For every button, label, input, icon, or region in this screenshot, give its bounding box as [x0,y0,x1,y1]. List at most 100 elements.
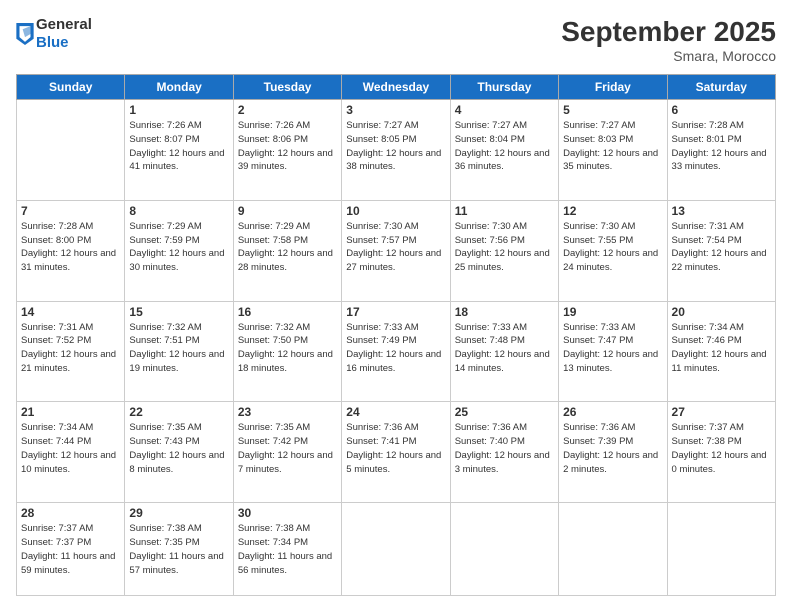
day-info: Sunrise: 7:31 AMSunset: 7:54 PMDaylight:… [672,221,767,273]
day-number: 25 [455,405,554,419]
day-info: Sunrise: 7:32 AMSunset: 7:50 PMDaylight:… [238,322,333,374]
day-number: 17 [346,305,445,319]
day-info: Sunrise: 7:36 AMSunset: 7:41 PMDaylight:… [346,422,441,474]
table-row: 1Sunrise: 7:26 AMSunset: 8:07 PMDaylight… [125,100,233,201]
table-row: 5 Sunrise: 7:27 AMSunset: 8:03 PMDaylight… [559,100,667,201]
day-info: Sunrise: 7:38 AMSunset: 7:34 PMDaylight:… [238,523,332,575]
day-number: 24 [346,405,445,419]
day-number: 16 [238,305,337,319]
day-number: 3 [346,103,445,117]
table-row: 26 Sunrise: 7:36 AMSunset: 7:39 PMDayligh… [559,402,667,503]
day-number: 6 [672,103,771,117]
title-block: September 2025 Smara, Morocco [561,16,776,64]
day-number: 5 [563,103,662,117]
day-number: 2 [238,103,337,117]
day-number: 21 [21,405,120,419]
table-row [450,503,558,596]
day-info: Sunrise: 7:34 AMSunset: 7:44 PMDaylight:… [21,422,116,474]
day-number: 15 [129,305,228,319]
day-info: Sunrise: 7:38 AMSunset: 7:35 PMDaylight:… [129,523,223,575]
day-info: Sunrise: 7:26 AMSunset: 8:06 PMDaylight:… [238,120,333,172]
day-info: Sunrise: 7:29 AMSunset: 7:58 PMDaylight:… [238,221,333,273]
day-info: Sunrise: 7:28 AMSunset: 8:01 PMDaylight:… [672,120,767,172]
day-info: Sunrise: 7:29 AMSunset: 7:59 PMDaylight:… [129,221,224,273]
header-sunday: Sunday [17,75,125,100]
location-subtitle: Smara, Morocco [561,48,776,64]
table-row: 25 Sunrise: 7:36 AMSunset: 7:40 PMDayligh… [450,402,558,503]
header-thursday: Thursday [450,75,558,100]
table-row: 27Sunrise: 7:37 AMSunset: 7:38 PMDayligh… [667,402,775,503]
calendar-week-row: 28 Sunrise: 7:37 AMSunset: 7:37 PMDayligh… [17,503,776,596]
table-row [667,503,775,596]
calendar-week-row: 7 Sunrise: 7:28 AMSunset: 8:00 PMDaylight… [17,200,776,301]
header-monday: Monday [125,75,233,100]
day-info: Sunrise: 7:35 AMSunset: 7:43 PMDaylight:… [129,422,224,474]
logo-general: General [36,16,92,34]
day-info: Sunrise: 7:27 AMSunset: 8:04 PMDaylight:… [455,120,550,172]
day-info: Sunrise: 7:27 AMSunset: 8:03 PMDaylight:… [563,120,658,172]
day-info: Sunrise: 7:33 AMSunset: 7:49 PMDaylight:… [346,322,441,374]
table-row [559,503,667,596]
table-row: 29 Sunrise: 7:38 AMSunset: 7:35 PMDayligh… [125,503,233,596]
table-row: 16 Sunrise: 7:32 AMSunset: 7:50 PMDayligh… [233,301,341,402]
day-info: Sunrise: 7:33 AMSunset: 7:47 PMDaylight:… [563,322,658,374]
day-info: Sunrise: 7:36 AMSunset: 7:39 PMDaylight:… [563,422,658,474]
calendar-week-row: 14 Sunrise: 7:31 AMSunset: 7:52 PMDayligh… [17,301,776,402]
table-row: 3 Sunrise: 7:27 AMSunset: 8:05 PMDaylight… [342,100,450,201]
table-row: 22Sunrise: 7:35 AMSunset: 7:43 PMDayligh… [125,402,233,503]
day-number: 12 [563,204,662,218]
day-info: Sunrise: 7:31 AMSunset: 7:52 PMDaylight:… [21,322,116,374]
logo-text: General Blue [36,16,92,52]
day-number: 29 [129,506,228,520]
table-row: 28 Sunrise: 7:37 AMSunset: 7:37 PMDayligh… [17,503,125,596]
day-number: 11 [455,204,554,218]
day-number: 7 [21,204,120,218]
day-number: 18 [455,305,554,319]
day-number: 28 [21,506,120,520]
table-row: 6 Sunrise: 7:28 AMSunset: 8:01 PMDaylight… [667,100,775,201]
table-row: 12 Sunrise: 7:30 AMSunset: 7:55 PMDayligh… [559,200,667,301]
day-info: Sunrise: 7:36 AMSunset: 7:40 PMDaylight:… [455,422,550,474]
day-number: 10 [346,204,445,218]
logo-icon [16,23,34,45]
logo: General Blue [16,16,92,52]
table-row: 18 Sunrise: 7:33 AMSunset: 7:48 PMDayligh… [450,301,558,402]
table-row: 7 Sunrise: 7:28 AMSunset: 8:00 PMDaylight… [17,200,125,301]
day-number: 26 [563,405,662,419]
table-row: 23 Sunrise: 7:35 AMSunset: 7:42 PMDayligh… [233,402,341,503]
month-title: September 2025 [561,16,776,48]
header-saturday: Saturday [667,75,775,100]
table-row [342,503,450,596]
table-row: 21 Sunrise: 7:34 AMSunset: 7:44 PMDayligh… [17,402,125,503]
day-info: Sunrise: 7:30 AMSunset: 7:57 PMDaylight:… [346,221,441,273]
table-row: 10 Sunrise: 7:30 AMSunset: 7:57 PMDayligh… [342,200,450,301]
table-row [17,100,125,201]
day-number: 4 [455,103,554,117]
day-info: Sunrise: 7:27 AMSunset: 8:05 PMDaylight:… [346,120,441,172]
day-info: Sunrise: 7:28 AMSunset: 8:00 PMDaylight:… [21,221,116,273]
table-row: 13 Sunrise: 7:31 AMSunset: 7:54 PMDayligh… [667,200,775,301]
calendar-week-row: 21 Sunrise: 7:34 AMSunset: 7:44 PMDayligh… [17,402,776,503]
page: General Blue September 2025 Smara, Moroc… [0,0,792,612]
table-row: 24 Sunrise: 7:36 AMSunset: 7:41 PMDayligh… [342,402,450,503]
weekday-header-row: Sunday Monday Tuesday Wednesday Thursday… [17,75,776,100]
day-info: Sunrise: 7:26 AMSunset: 8:07 PMDaylight:… [129,120,224,172]
day-number: 19 [563,305,662,319]
day-info: Sunrise: 7:35 AMSunset: 7:42 PMDaylight:… [238,422,333,474]
day-info: Sunrise: 7:30 AMSunset: 7:55 PMDaylight:… [563,221,658,273]
day-info: Sunrise: 7:37 AMSunset: 7:37 PMDaylight:… [21,523,115,575]
day-number: 23 [238,405,337,419]
table-row: 11Sunrise: 7:30 AMSunset: 7:56 PMDayligh… [450,200,558,301]
day-number: 30 [238,506,337,520]
table-row: 15 Sunrise: 7:32 AMSunset: 7:51 PMDayligh… [125,301,233,402]
table-row: 20Sunrise: 7:34 AMSunset: 7:46 PMDayligh… [667,301,775,402]
day-info: Sunrise: 7:32 AMSunset: 7:51 PMDaylight:… [129,322,224,374]
table-row: 19 Sunrise: 7:33 AMSunset: 7:47 PMDayligh… [559,301,667,402]
table-row: 17 Sunrise: 7:33 AMSunset: 7:49 PMDayligh… [342,301,450,402]
day-info: Sunrise: 7:33 AMSunset: 7:48 PMDaylight:… [455,322,550,374]
header-wednesday: Wednesday [342,75,450,100]
table-row: 4 Sunrise: 7:27 AMSunset: 8:04 PMDaylight… [450,100,558,201]
calendar-week-row: 1Sunrise: 7:26 AMSunset: 8:07 PMDaylight… [17,100,776,201]
day-number: 14 [21,305,120,319]
day-number: 13 [672,204,771,218]
